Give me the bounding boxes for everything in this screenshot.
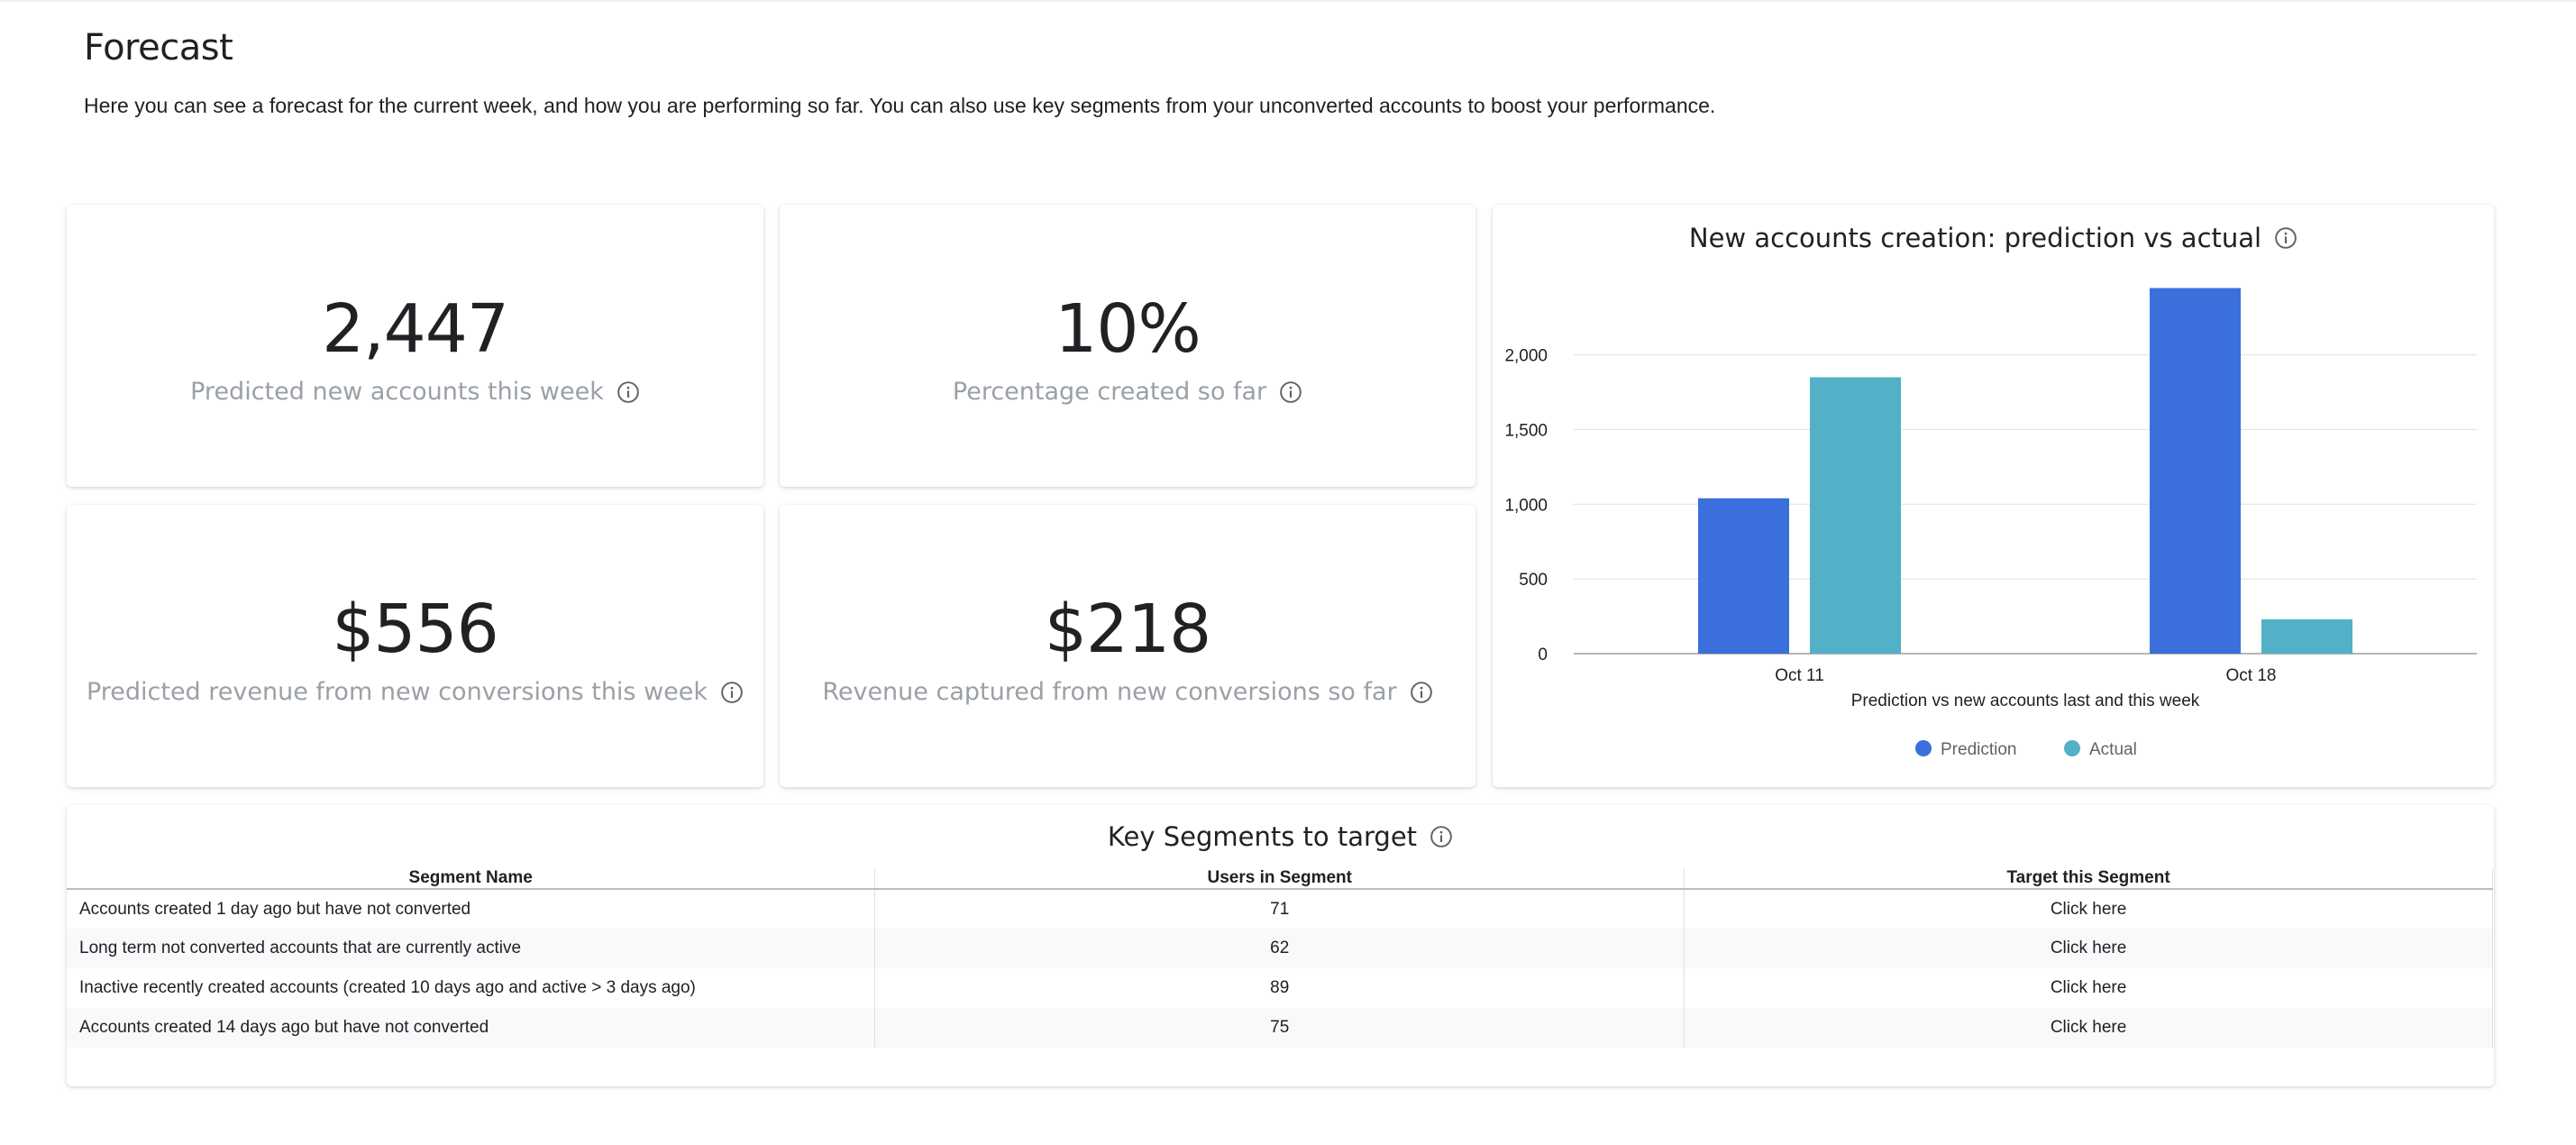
column-header-users[interactable]: Users in Segment bbox=[874, 868, 1685, 890]
info-icon[interactable] bbox=[1430, 825, 1453, 848]
kpi-label: Predicted new accounts this week bbox=[190, 378, 604, 406]
y-tick-label: 1,000 bbox=[1504, 496, 1548, 515]
users-cell: 89 bbox=[874, 968, 1685, 1008]
segment-name-cell: Long term not converted accounts that ar… bbox=[67, 929, 876, 968]
bar-prediction-oct-11 bbox=[1698, 498, 1789, 654]
segment-name-cell: Accounts created 1 day ago but have not … bbox=[67, 889, 876, 929]
bar-chart: 0 500 1,000 1,500 2,000 Oct 11 Oct 18 Predictio… bbox=[1504, 288, 2477, 759]
table-row: Inactive recently created accounts (crea… bbox=[67, 968, 2493, 1008]
y-tick-label: 1,500 bbox=[1504, 421, 1548, 440]
table-header-row: Segment Name Users in Segment Target thi… bbox=[67, 868, 2493, 890]
column-header-target[interactable]: Target this Segment bbox=[1684, 868, 2493, 890]
segment-name-cell: Accounts created 14 days ago but have no… bbox=[67, 1008, 876, 1048]
segments-title-row: Key Segments to target bbox=[67, 821, 2494, 852]
table-row: Accounts created 1 day ago but have not … bbox=[67, 889, 2493, 929]
bar-actual-oct-18 bbox=[2261, 618, 2352, 654]
page-description: Here you can see a forecast for the curr… bbox=[84, 94, 1716, 117]
users-cell: 75 bbox=[874, 1008, 1685, 1048]
kpi-value: $556 bbox=[332, 591, 498, 668]
bar-actual-oct-11 bbox=[1810, 377, 1901, 654]
kpi-value: 2,447 bbox=[322, 290, 509, 368]
page-title: Forecast bbox=[84, 27, 233, 69]
users-cell: 71 bbox=[874, 889, 1685, 929]
kpi-label-row: Percentage created so far bbox=[780, 378, 1475, 406]
kpi-card-predicted-revenue: $556 Predicted revenue from new conversi… bbox=[67, 505, 763, 787]
kpi-label-row: Predicted revenue from new conversions t… bbox=[67, 678, 763, 706]
info-icon[interactable] bbox=[1410, 681, 1433, 704]
target-segment-link[interactable]: Click here bbox=[1684, 1008, 2493, 1048]
y-tick-label: 2,000 bbox=[1504, 347, 1548, 366]
kpi-label-row: Predicted new accounts this week bbox=[67, 378, 763, 406]
y-tick-label: 500 bbox=[1519, 571, 1548, 590]
x-axis-label: Prediction vs new accounts last and this… bbox=[1851, 692, 2200, 710]
users-cell: 62 bbox=[874, 929, 1685, 968]
kpi-card-percentage-created: 10% Percentage created so far bbox=[780, 205, 1475, 487]
x-tick-label: Oct 11 bbox=[1775, 666, 1824, 685]
info-icon[interactable] bbox=[617, 380, 640, 404]
top-divider bbox=[0, 0, 2576, 2]
kpi-label: Revenue captured from new conversions so… bbox=[822, 678, 1397, 706]
kpi-label-row: Revenue captured from new conversions so… bbox=[780, 678, 1475, 706]
target-segment-link[interactable]: Click here bbox=[1684, 929, 2493, 968]
segments-table: Segment Name Users in Segment Target thi… bbox=[67, 868, 2493, 1048]
segments-card: Key Segments to target Segment Name User… bbox=[67, 805, 2494, 1086]
kpi-card-predicted-accounts: 2,447 Predicted new accounts this week bbox=[67, 205, 763, 487]
segment-name-cell: Inactive recently created accounts (crea… bbox=[67, 968, 876, 1008]
kpi-value: $218 bbox=[1044, 591, 1211, 668]
kpi-label: Predicted revenue from new conversions t… bbox=[86, 678, 708, 706]
info-icon[interactable] bbox=[1279, 380, 1302, 404]
kpi-value: 10% bbox=[1055, 290, 1201, 368]
legend-swatch-actual bbox=[2064, 740, 2080, 756]
y-tick-label: 0 bbox=[1538, 646, 1548, 664]
kpi-label: Percentage created so far bbox=[952, 378, 1267, 406]
chart-card: New accounts creation: prediction vs act… bbox=[1493, 205, 2494, 787]
legend-label-actual: Actual bbox=[2089, 740, 2137, 759]
target-segment-link[interactable]: Click here bbox=[1684, 968, 2493, 1008]
target-segment-link[interactable]: Click here bbox=[1684, 889, 2493, 929]
legend-label-prediction: Prediction bbox=[1941, 740, 2017, 759]
bar-prediction-oct-18 bbox=[2150, 288, 2241, 654]
legend-swatch-prediction bbox=[1915, 740, 1932, 756]
segments-title: Key Segments to target bbox=[1107, 821, 1418, 852]
table-row: Long term not converted accounts that ar… bbox=[67, 929, 2493, 968]
x-tick-label: Oct 18 bbox=[2226, 666, 2277, 685]
info-icon[interactable] bbox=[720, 681, 744, 704]
column-header-segment-name[interactable]: Segment Name bbox=[67, 868, 876, 890]
kpi-card-revenue-captured: $218 Revenue captured from new conversio… bbox=[780, 505, 1475, 787]
table-row: Accounts created 14 days ago but have no… bbox=[67, 1008, 2493, 1048]
